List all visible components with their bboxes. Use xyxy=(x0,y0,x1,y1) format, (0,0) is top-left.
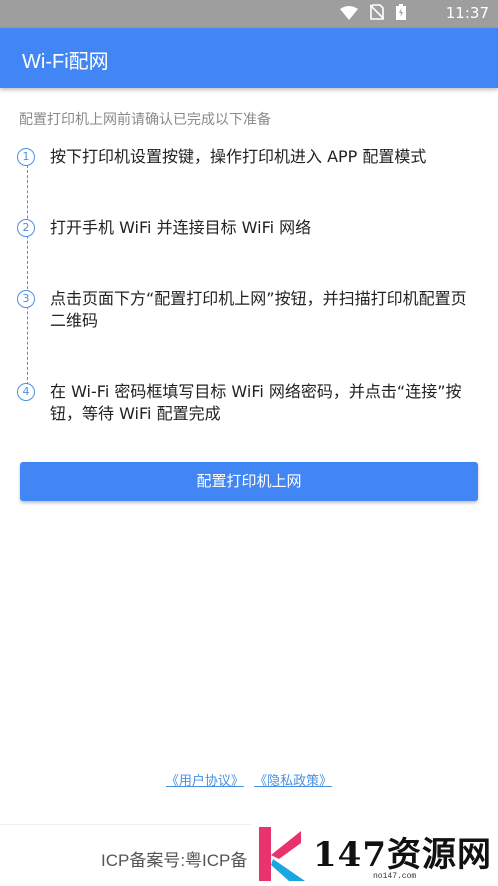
step-number-icon: 4 xyxy=(17,383,35,401)
wifi-icon xyxy=(340,5,358,24)
privacy-policy-link[interactable]: 《隐私政策》 xyxy=(254,774,332,789)
battery-icon xyxy=(396,4,406,24)
step-number-icon: 1 xyxy=(17,148,35,166)
configure-printer-button[interactable]: 配置打印机上网 xyxy=(20,462,478,501)
app-bar: Wi-Fi配网 xyxy=(0,28,498,88)
intro-text: 配置打印机上网前请确认已完成以下准备 xyxy=(19,112,271,128)
user-agreement-link[interactable]: 《用户协议》 xyxy=(166,774,244,789)
watermark-text: 147资源网 xyxy=(313,835,492,875)
step-number-icon: 3 xyxy=(17,290,35,308)
status-time: 11:37 xyxy=(445,4,489,22)
step-text: 点击页面下方“配置打印机上网”按钮，并扫描打印机配置页二维码 xyxy=(50,289,467,330)
step-text: 按下打印机设置按键，操作打印机进入 APP 配置模式 xyxy=(50,147,427,166)
watermark: 147资源网 no147.com xyxy=(251,823,498,885)
step-text: 在 Wi-Fi 密码框填写目标 WiFi 网络密码，并点击“连接”按钮，等待 W… xyxy=(50,382,462,423)
step-text: 打开手机 WiFi 并连接目标 WiFi 网络 xyxy=(50,218,312,237)
status-bar: 11:37 xyxy=(0,0,498,28)
watermark-domain: no147.com xyxy=(373,872,417,881)
step-number-icon: 2 xyxy=(17,219,35,237)
page-title: Wi-Fi配网 xyxy=(22,51,109,73)
icp-record: ICP备案号:粤ICP备 xyxy=(101,851,248,870)
watermark-logo-icon xyxy=(259,827,305,881)
timeline-connector xyxy=(27,165,28,385)
status-icons xyxy=(340,4,406,24)
legal-links: 《用户协议》 《隐私政策》 xyxy=(0,770,498,789)
no-sim-icon xyxy=(369,4,385,24)
